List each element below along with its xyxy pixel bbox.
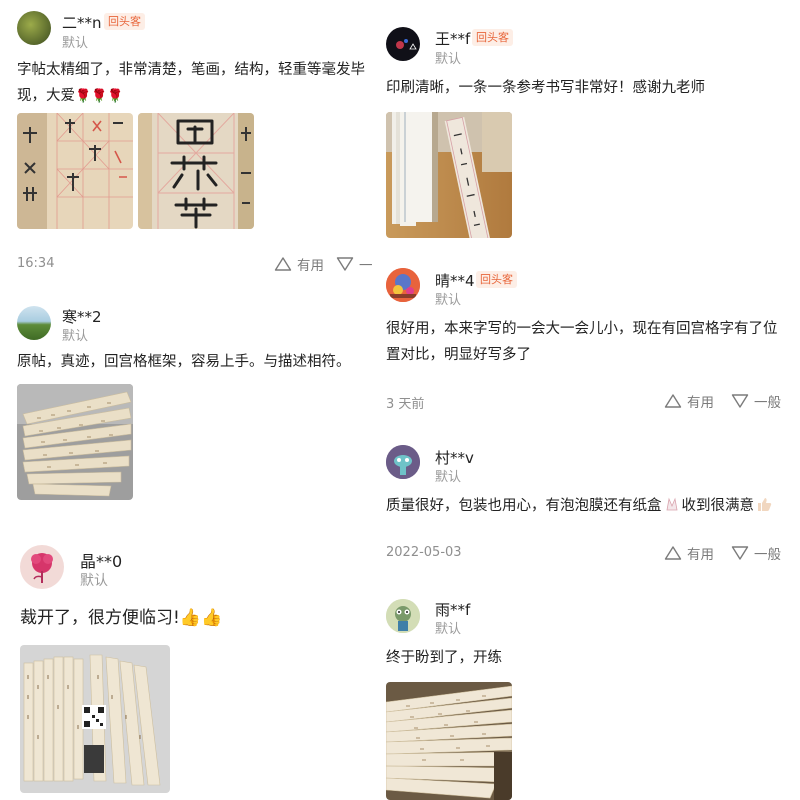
review-text: 字帖太精细了，非常清楚，笔画，结构，轻重等毫发毕现，大爱🌹🌹🌹 — [17, 57, 367, 110]
review-text-body: 质量很好，包装也用心，有泡泡膜还有纸盒 — [386, 498, 662, 514]
review-photo[interactable] — [17, 384, 133, 500]
user-name[interactable]: 二**n — [62, 12, 102, 33]
repeat-customer-badge: 回头客 — [472, 29, 513, 46]
useful-label: 有用 — [687, 395, 714, 411]
not-useful-button[interactable]: 一 — [336, 254, 373, 274]
cartoon-avatar-image — [386, 599, 420, 633]
alien-avatar-image — [386, 445, 420, 479]
rating-label: 默认 — [62, 329, 89, 344]
user-name[interactable]: 雨**f — [435, 599, 470, 620]
review-text-body: 裁开了，很方便临习! — [20, 608, 180, 628]
review-timestamp: 3 天前 — [386, 397, 425, 412]
user-name[interactable]: 寒**2 — [62, 306, 102, 327]
avatar[interactable] — [17, 306, 51, 340]
review-photo[interactable] — [386, 112, 512, 238]
review-text: 印刷清晰，一条一条参考书写非常好！感谢九老师 — [386, 80, 705, 96]
review-timestamp: 16:34 — [17, 256, 55, 271]
avatar[interactable] — [386, 268, 420, 302]
rose-emoji: 🌹🌹🌹 — [75, 89, 124, 104]
thumb-down-triangle-icon — [731, 546, 749, 560]
not-useful-label: 一般 — [754, 395, 781, 411]
gift-box-emoji — [664, 495, 680, 511]
not-useful-button[interactable]: 一般 — [731, 391, 781, 411]
avatar[interactable] — [386, 445, 420, 479]
colorful-avatar-image — [386, 268, 420, 302]
thumb-up-triangle-icon — [664, 546, 682, 560]
rating-label: 默认 — [62, 36, 89, 51]
copybook-photo-image — [138, 113, 254, 229]
thumb-up-triangle-icon — [664, 394, 682, 408]
rating-label: 默认 — [435, 52, 462, 67]
rating-label: 默认 — [435, 470, 462, 485]
useful-button[interactable]: 有用 — [664, 391, 714, 411]
review-photo[interactable] — [138, 113, 254, 229]
rating-label: 默认 — [435, 293, 462, 308]
repeat-customer-badge: 回头客 — [476, 271, 517, 288]
review-text: 质量很好，包装也用心，有泡泡膜还有纸盒 收到很满意 — [386, 493, 796, 519]
review-text: 终于盼到了，开练 — [386, 650, 502, 666]
avatar[interactable] — [17, 11, 51, 45]
thumb-down-triangle-icon — [336, 257, 354, 271]
not-useful-label: 一 — [359, 258, 373, 274]
user-name[interactable]: 村**v — [435, 447, 474, 468]
avatar[interactable] — [20, 545, 64, 589]
review-text: 裁开了，很方便临习!👍👍 — [20, 605, 370, 631]
not-useful-button[interactable]: 一般 — [731, 543, 781, 563]
not-useful-label: 一般 — [754, 547, 781, 563]
review-text-tail: 收到很满意 — [681, 498, 755, 514]
useful-button[interactable]: 有用 — [664, 543, 714, 563]
review-photo[interactable] — [17, 113, 133, 229]
useful-button[interactable]: 有用 — [274, 254, 324, 274]
user-name[interactable]: 晶**0 — [80, 548, 122, 572]
user-name[interactable]: 晴**4 — [435, 270, 475, 291]
copybook-photo-image — [17, 113, 133, 229]
avatar[interactable] — [386, 27, 420, 61]
user-name[interactable]: 王**f — [435, 28, 470, 49]
review-text: 很好用，本来字写的一会大一会儿小，现在有回宫格字有了位置对比，明显好写多了 — [386, 321, 778, 363]
flower-avatar-image — [31, 553, 53, 583]
avatar[interactable] — [386, 599, 420, 633]
fanned-strips-photo-image — [17, 384, 133, 500]
useful-label: 有用 — [687, 547, 714, 563]
rating-label: 默认 — [80, 573, 108, 589]
review-text: 原帖，真迹，回宫格框架，容易上手。与描述相符。 — [17, 354, 351, 370]
strip-stack-photo-image — [386, 112, 512, 238]
dark-avatar-image — [396, 39, 417, 50]
thumb-up-triangle-icon — [274, 257, 292, 271]
thumbs-up-emoji — [756, 495, 772, 511]
fanned-booklet-photo-image — [386, 682, 512, 800]
thumb-down-triangle-icon — [731, 394, 749, 408]
review-text-body: 字帖太精细了，非常清楚，笔画，结构，轻重等毫发毕现，大爱 — [17, 62, 365, 104]
review-photo[interactable] — [386, 682, 512, 800]
rating-label: 默认 — [435, 622, 462, 637]
thumbs-up-emoji: 👍👍 — [179, 608, 223, 628]
repeat-customer-badge: 回头客 — [104, 13, 145, 30]
useful-label: 有用 — [297, 258, 324, 274]
cut-strips-photo-image — [20, 645, 170, 793]
review-photo[interactable] — [20, 645, 170, 793]
review-timestamp: 2022-05-03 — [386, 545, 462, 560]
